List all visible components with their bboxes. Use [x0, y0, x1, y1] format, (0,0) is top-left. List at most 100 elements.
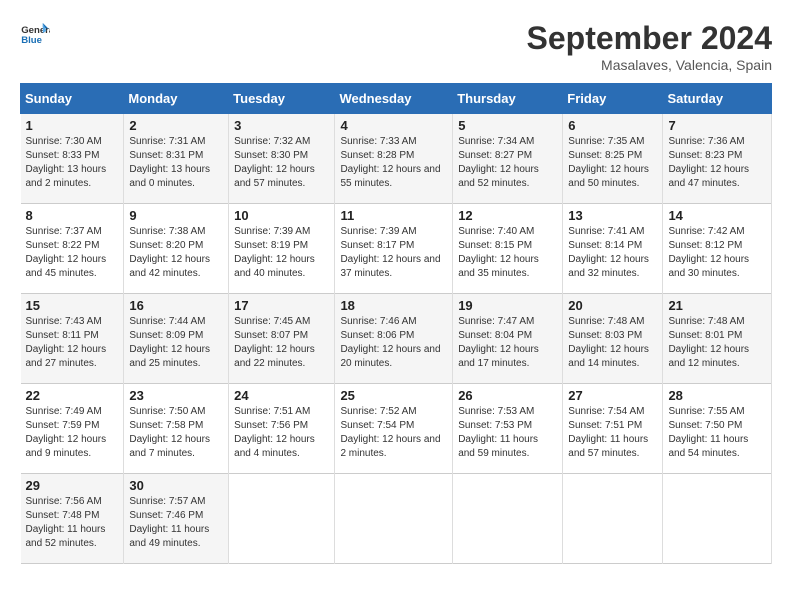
- day-info: Sunrise: 7:32 AM Sunset: 8:30 PM Dayligh…: [234, 135, 329, 191]
- header-friday: Friday: [563, 84, 663, 114]
- day-number: 26: [458, 388, 557, 403]
- calendar-week-row: 29 Sunrise: 7:56 AM Sunset: 7:48 PM Dayl…: [21, 474, 772, 564]
- calendar-body: 1 Sunrise: 7:30 AM Sunset: 8:33 PM Dayli…: [21, 114, 772, 564]
- day-number: 7: [668, 118, 766, 133]
- day-number: 2: [129, 118, 223, 133]
- calendar-cell: 19 Sunrise: 7:47 AM Sunset: 8:04 PM Dayl…: [453, 294, 563, 384]
- day-number: 24: [234, 388, 329, 403]
- calendar-cell: 2 Sunrise: 7:31 AM Sunset: 8:31 PM Dayli…: [124, 114, 229, 204]
- calendar-week-row: 22 Sunrise: 7:49 AM Sunset: 7:59 PM Dayl…: [21, 384, 772, 474]
- day-info: Sunrise: 7:43 AM Sunset: 8:11 PM Dayligh…: [26, 315, 119, 371]
- calendar-cell: 15 Sunrise: 7:43 AM Sunset: 8:11 PM Dayl…: [21, 294, 124, 384]
- day-number: 16: [129, 298, 223, 313]
- calendar-cell: 26 Sunrise: 7:53 AM Sunset: 7:53 PM Dayl…: [453, 384, 563, 474]
- day-number: 18: [340, 298, 447, 313]
- day-info: Sunrise: 7:38 AM Sunset: 8:20 PM Dayligh…: [129, 225, 223, 281]
- calendar-cell: 25 Sunrise: 7:52 AM Sunset: 7:54 PM Dayl…: [335, 384, 453, 474]
- calendar-cell: [229, 474, 335, 564]
- page-header: General Blue September 2024 Masalaves, V…: [20, 20, 772, 73]
- logo-icon: General Blue: [20, 20, 50, 50]
- day-info: Sunrise: 7:50 AM Sunset: 7:58 PM Dayligh…: [129, 405, 223, 461]
- day-number: 19: [458, 298, 557, 313]
- day-info: Sunrise: 7:30 AM Sunset: 8:33 PM Dayligh…: [26, 135, 119, 191]
- day-info: Sunrise: 7:40 AM Sunset: 8:15 PM Dayligh…: [458, 225, 557, 281]
- day-info: Sunrise: 7:45 AM Sunset: 8:07 PM Dayligh…: [234, 315, 329, 371]
- day-number: 15: [26, 298, 119, 313]
- calendar-table: Sunday Monday Tuesday Wednesday Thursday…: [20, 83, 772, 564]
- day-info: Sunrise: 7:44 AM Sunset: 8:09 PM Dayligh…: [129, 315, 223, 371]
- day-info: Sunrise: 7:39 AM Sunset: 8:19 PM Dayligh…: [234, 225, 329, 281]
- calendar-cell: 23 Sunrise: 7:50 AM Sunset: 7:58 PM Dayl…: [124, 384, 229, 474]
- calendar-cell: 10 Sunrise: 7:39 AM Sunset: 8:19 PM Dayl…: [229, 204, 335, 294]
- day-info: Sunrise: 7:33 AM Sunset: 8:28 PM Dayligh…: [340, 135, 447, 191]
- day-info: Sunrise: 7:48 AM Sunset: 8:01 PM Dayligh…: [668, 315, 766, 371]
- day-number: 12: [458, 208, 557, 223]
- calendar-cell: 27 Sunrise: 7:54 AM Sunset: 7:51 PM Dayl…: [563, 384, 663, 474]
- day-number: 8: [26, 208, 119, 223]
- header-tuesday: Tuesday: [229, 84, 335, 114]
- day-info: Sunrise: 7:37 AM Sunset: 8:22 PM Dayligh…: [26, 225, 119, 281]
- day-info: Sunrise: 7:52 AM Sunset: 7:54 PM Dayligh…: [340, 405, 447, 461]
- calendar-cell: 16 Sunrise: 7:44 AM Sunset: 8:09 PM Dayl…: [124, 294, 229, 384]
- logo: General Blue: [20, 20, 50, 50]
- day-number: 4: [340, 118, 447, 133]
- calendar-header: Sunday Monday Tuesday Wednesday Thursday…: [21, 84, 772, 114]
- month-title: September 2024: [527, 20, 772, 57]
- svg-text:Blue: Blue: [21, 35, 42, 46]
- header-thursday: Thursday: [453, 84, 563, 114]
- calendar-cell: 30 Sunrise: 7:57 AM Sunset: 7:46 PM Dayl…: [124, 474, 229, 564]
- calendar-cell: 24 Sunrise: 7:51 AM Sunset: 7:56 PM Dayl…: [229, 384, 335, 474]
- day-info: Sunrise: 7:57 AM Sunset: 7:46 PM Dayligh…: [129, 495, 223, 551]
- day-number: 30: [129, 478, 223, 493]
- day-number: 13: [568, 208, 657, 223]
- calendar-week-row: 1 Sunrise: 7:30 AM Sunset: 8:33 PM Dayli…: [21, 114, 772, 204]
- calendar-cell: 3 Sunrise: 7:32 AM Sunset: 8:30 PM Dayli…: [229, 114, 335, 204]
- day-number: 21: [668, 298, 766, 313]
- day-info: Sunrise: 7:55 AM Sunset: 7:50 PM Dayligh…: [668, 405, 766, 461]
- calendar-week-row: 8 Sunrise: 7:37 AM Sunset: 8:22 PM Dayli…: [21, 204, 772, 294]
- day-number: 17: [234, 298, 329, 313]
- day-info: Sunrise: 7:34 AM Sunset: 8:27 PM Dayligh…: [458, 135, 557, 191]
- day-info: Sunrise: 7:54 AM Sunset: 7:51 PM Dayligh…: [568, 405, 657, 461]
- day-number: 23: [129, 388, 223, 403]
- day-number: 25: [340, 388, 447, 403]
- calendar-cell: 14 Sunrise: 7:42 AM Sunset: 8:12 PM Dayl…: [663, 204, 772, 294]
- calendar-cell: 29 Sunrise: 7:56 AM Sunset: 7:48 PM Dayl…: [21, 474, 124, 564]
- calendar-cell: 5 Sunrise: 7:34 AM Sunset: 8:27 PM Dayli…: [453, 114, 563, 204]
- day-number: 29: [26, 478, 119, 493]
- day-number: 27: [568, 388, 657, 403]
- header-monday: Monday: [124, 84, 229, 114]
- day-number: 6: [568, 118, 657, 133]
- day-info: Sunrise: 7:49 AM Sunset: 7:59 PM Dayligh…: [26, 405, 119, 461]
- calendar-cell: [563, 474, 663, 564]
- day-number: 3: [234, 118, 329, 133]
- calendar-week-row: 15 Sunrise: 7:43 AM Sunset: 8:11 PM Dayl…: [21, 294, 772, 384]
- calendar-cell: 8 Sunrise: 7:37 AM Sunset: 8:22 PM Dayli…: [21, 204, 124, 294]
- calendar-cell: [335, 474, 453, 564]
- day-info: Sunrise: 7:41 AM Sunset: 8:14 PM Dayligh…: [568, 225, 657, 281]
- header-wednesday: Wednesday: [335, 84, 453, 114]
- calendar-cell: 12 Sunrise: 7:40 AM Sunset: 8:15 PM Dayl…: [453, 204, 563, 294]
- day-number: 28: [668, 388, 766, 403]
- day-number: 5: [458, 118, 557, 133]
- day-info: Sunrise: 7:56 AM Sunset: 7:48 PM Dayligh…: [26, 495, 119, 551]
- day-number: 20: [568, 298, 657, 313]
- header-row: Sunday Monday Tuesday Wednesday Thursday…: [21, 84, 772, 114]
- day-number: 9: [129, 208, 223, 223]
- day-info: Sunrise: 7:47 AM Sunset: 8:04 PM Dayligh…: [458, 315, 557, 371]
- day-number: 10: [234, 208, 329, 223]
- calendar-cell: 1 Sunrise: 7:30 AM Sunset: 8:33 PM Dayli…: [21, 114, 124, 204]
- day-number: 22: [26, 388, 119, 403]
- calendar-cell: 7 Sunrise: 7:36 AM Sunset: 8:23 PM Dayli…: [663, 114, 772, 204]
- calendar-cell: 11 Sunrise: 7:39 AM Sunset: 8:17 PM Dayl…: [335, 204, 453, 294]
- title-block: September 2024 Masalaves, Valencia, Spai…: [527, 20, 772, 73]
- calendar-cell: 18 Sunrise: 7:46 AM Sunset: 8:06 PM Dayl…: [335, 294, 453, 384]
- calendar-cell: 22 Sunrise: 7:49 AM Sunset: 7:59 PM Dayl…: [21, 384, 124, 474]
- calendar-cell: 21 Sunrise: 7:48 AM Sunset: 8:01 PM Dayl…: [663, 294, 772, 384]
- day-info: Sunrise: 7:53 AM Sunset: 7:53 PM Dayligh…: [458, 405, 557, 461]
- header-saturday: Saturday: [663, 84, 772, 114]
- day-info: Sunrise: 7:48 AM Sunset: 8:03 PM Dayligh…: [568, 315, 657, 371]
- calendar-cell: 6 Sunrise: 7:35 AM Sunset: 8:25 PM Dayli…: [563, 114, 663, 204]
- calendar-cell: 4 Sunrise: 7:33 AM Sunset: 8:28 PM Dayli…: [335, 114, 453, 204]
- day-info: Sunrise: 7:36 AM Sunset: 8:23 PM Dayligh…: [668, 135, 766, 191]
